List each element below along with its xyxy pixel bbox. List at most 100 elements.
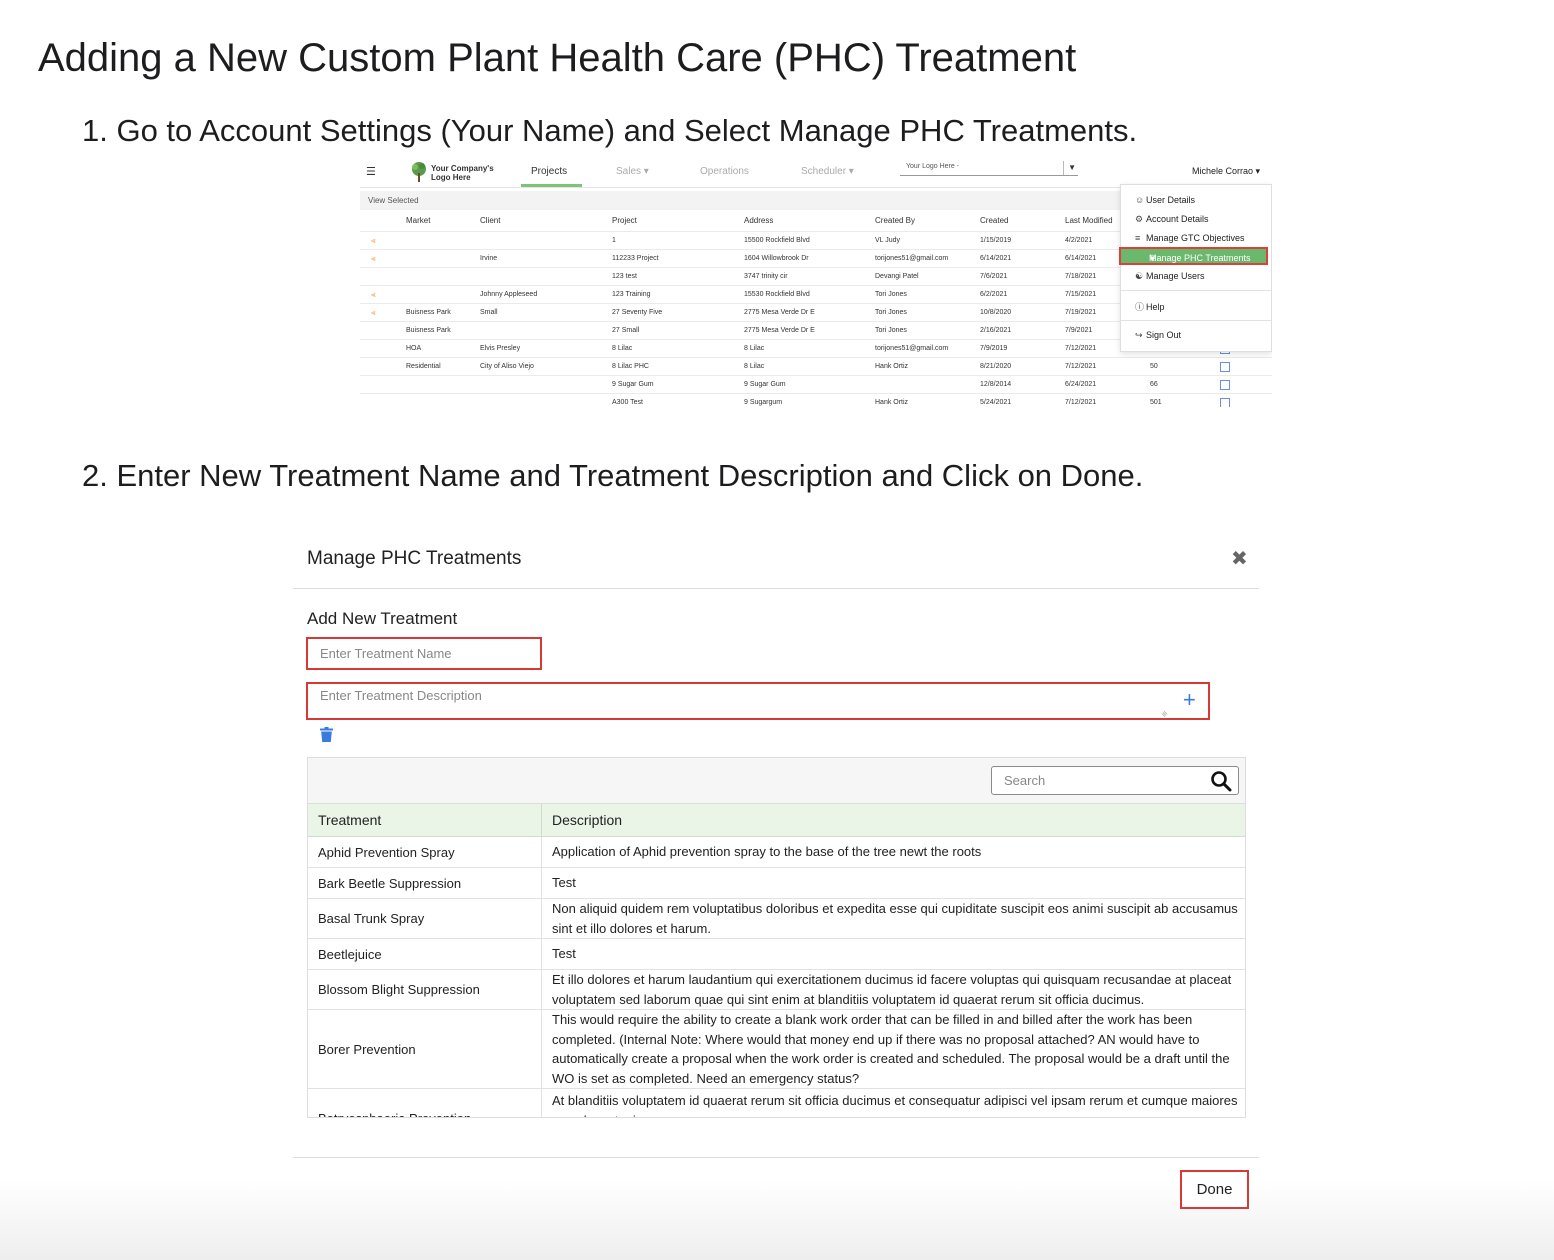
column-header[interactable]: Project xyxy=(612,216,637,225)
project-row[interactable]: Residential City of Aliso Viejo 8 Lilac PH… xyxy=(360,357,1272,376)
project-cell-project: 123 test xyxy=(612,273,637,280)
logo-select[interactable]: Your Logo Here - ▼ xyxy=(900,161,1078,176)
project-cell-created-by: Devangi Patel xyxy=(875,273,919,280)
done-button[interactable]: Done xyxy=(1180,1170,1249,1209)
hamburger-menu-icon[interactable]: ☰ xyxy=(366,165,376,178)
project-cell-extra: 501 xyxy=(1150,399,1162,406)
tab-projects[interactable]: Projects xyxy=(531,166,567,177)
column-header[interactable]: Market xyxy=(406,216,430,225)
project-cell-market: Residential xyxy=(406,363,441,370)
menu-item-manage-phc-treatments[interactable]: ❦ Manage PHC Treatments xyxy=(1119,247,1268,265)
objectives-icon: ≡ xyxy=(1135,233,1141,243)
project-cell-extra: 66 xyxy=(1150,381,1158,388)
treatment-name-input[interactable] xyxy=(306,637,542,670)
user-dropdown-menu: ☺ User Details ⚙ Account Details ≡ Manage G… xyxy=(1119,184,1272,352)
column-header[interactable]: Last Modified xyxy=(1065,216,1113,225)
table-row[interactable]: Bark Beetle Suppression Test xyxy=(308,868,1245,899)
menu-item-manage-gtc-objectives[interactable]: ≡ Manage GTC Objectives xyxy=(1135,233,1245,243)
column-header-description[interactable]: Description xyxy=(542,803,1245,837)
project-cell-project: 27 Seventy Five xyxy=(612,309,663,316)
project-cell-modified: 7/12/2021 xyxy=(1065,363,1097,370)
project-row[interactable]: 9 Sugar Gum 9 Sugar Gum 12/8/2014 6/24/2021… xyxy=(360,375,1272,394)
sign-out-icon: ↪ xyxy=(1135,330,1143,340)
project-cell-address: 9 Sugar Gum xyxy=(744,381,786,388)
project-cell-created: 2/16/2021 xyxy=(980,327,1012,334)
close-icon[interactable]: ✖ xyxy=(1231,546,1248,571)
treatment-description-input[interactable] xyxy=(306,682,1210,720)
project-cell-client: Johnny Appleseed xyxy=(480,291,538,298)
table-row[interactable]: Borer Prevention This would require the a… xyxy=(308,1010,1245,1089)
user-menu-toggle[interactable]: Michele Corrao ▾ xyxy=(1192,166,1260,177)
treatment-description-cell: This would require the ability to create… xyxy=(552,1012,1230,1086)
project-action-icon[interactable] xyxy=(1220,380,1230,390)
step-1-instruction: 1. Go to Account Settings (Your Name) an… xyxy=(82,113,1138,148)
project-cell-modified: 4/2/2021 xyxy=(1065,237,1093,244)
menu-item-help[interactable]: ⓘ Help xyxy=(1135,300,1165,313)
tab-sales[interactable]: Sales ▾ xyxy=(616,166,649,177)
table-row[interactable]: Blossom Blight Suppression Et illo dolore… xyxy=(308,970,1245,1010)
page-title: Adding a New Custom Plant Health Care (P… xyxy=(38,36,1077,80)
menu-item-user-details[interactable]: ☺ User Details xyxy=(1135,195,1195,205)
project-cell-created: 10/8/2020 xyxy=(980,309,1012,316)
project-cell-project: 1 xyxy=(612,237,616,244)
project-cell-project: 8 Lilac PHC xyxy=(612,363,649,370)
treatment-name-cell: Blossom Blight Suppression xyxy=(308,970,542,1009)
gear-icon: ⚙ xyxy=(1135,214,1144,224)
tab-scheduler[interactable]: Scheduler ▾ xyxy=(801,166,854,177)
project-cell-created-by: Hank Ortiz xyxy=(875,399,909,406)
project-cell-created-by: Hank Ortiz xyxy=(875,363,909,370)
company-logo-text: Your Company's Logo Here xyxy=(431,164,494,182)
menu-item-account-details[interactable]: ⚙ Account Details xyxy=(1135,214,1209,225)
tab-operations[interactable]: Operations xyxy=(700,166,749,177)
project-cell-project: A300 Test xyxy=(612,399,644,406)
column-header[interactable]: Created xyxy=(980,216,1008,225)
project-cell-project: 9 Sugar Gum xyxy=(612,381,654,388)
share-icon[interactable]: ⫷ xyxy=(371,254,376,264)
project-cell-created: 7/6/2021 xyxy=(980,273,1008,280)
column-header[interactable]: Created By xyxy=(875,216,915,225)
project-cell-address: 15530 Rockfield Blvd xyxy=(744,291,810,298)
column-header[interactable]: Address xyxy=(744,216,773,225)
project-action-icon[interactable] xyxy=(1220,362,1230,372)
treatment-description-cell: Et illo dolores et harum laudantium qui … xyxy=(552,972,1232,1007)
project-cell-modified: 7/12/2021 xyxy=(1065,399,1097,406)
column-header-treatment[interactable]: Treatment xyxy=(308,803,542,837)
project-cell-project: 27 Small xyxy=(612,327,640,334)
active-tab-indicator xyxy=(521,184,582,187)
project-cell-modified: 7/12/2021 xyxy=(1065,345,1097,352)
project-cell-modified: 6/14/2021 xyxy=(1065,255,1097,262)
add-treatment-plus-icon[interactable]: + xyxy=(1183,689,1196,711)
share-icon[interactable]: ⫷ xyxy=(371,236,376,246)
project-cell-market: Buisness Park xyxy=(406,309,451,316)
column-header[interactable]: Client xyxy=(480,216,500,225)
table-row[interactable]: Aphid Prevention Spray Application of Aph… xyxy=(308,837,1245,868)
project-row[interactable]: A300 Test 9 Sugargum Hank Ortiz 5/24/2021 7/… xyxy=(360,393,1272,407)
search-input[interactable] xyxy=(991,766,1239,795)
treatments-table-panel: Treatment Description Aphid Prevention S… xyxy=(307,757,1246,1118)
project-cell-modified: 6/24/2021 xyxy=(1065,381,1097,388)
menu-item-sign-out[interactable]: ↪ Sign Out xyxy=(1135,330,1181,341)
menu-divider xyxy=(1121,290,1271,291)
table-row[interactable]: Beetlejuice Test xyxy=(308,939,1245,970)
project-cell-created-by: Tori Jones xyxy=(875,291,907,298)
project-cell-project: 112233 Project xyxy=(612,255,659,262)
share-icon[interactable]: ⫷ xyxy=(371,308,376,318)
table-row[interactable]: Basal Trunk Spray Non aliquid quidem rem … xyxy=(308,899,1245,939)
project-cell-created: 8/21/2020 xyxy=(980,363,1012,370)
project-cell-created: 12/8/2014 xyxy=(980,381,1012,388)
project-cell-market: Buisness Park xyxy=(406,327,451,334)
share-icon[interactable]: ⫷ xyxy=(371,290,376,300)
treatment-name-cell: Basal Trunk Spray xyxy=(308,899,542,938)
add-treatment-heading: Add New Treatment xyxy=(307,609,458,628)
project-cell-created-by: Tori Jones xyxy=(875,309,907,316)
project-cell-created-by: torijones51@gmail.com xyxy=(875,255,949,262)
treatment-description-cell: Test xyxy=(552,946,576,962)
table-row[interactable]: Botryosphaeria Prevention At blanditiis v… xyxy=(308,1089,1245,1117)
trash-icon[interactable] xyxy=(320,727,333,742)
project-action-icon[interactable] xyxy=(1220,398,1230,407)
menu-item-manage-users[interactable]: ☯ Manage Users xyxy=(1135,271,1205,282)
project-cell-modified: 7/9/2021 xyxy=(1065,327,1093,334)
table-toolbar xyxy=(308,758,1245,803)
treatment-name-cell: Botryosphaeria Prevention xyxy=(308,1089,542,1117)
search-icon[interactable] xyxy=(1210,770,1232,792)
